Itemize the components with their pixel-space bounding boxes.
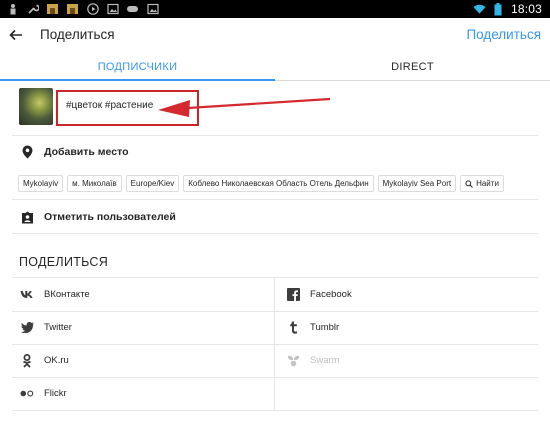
castle-icon <box>66 3 79 16</box>
share-ok-label: OK.ru <box>44 355 69 366</box>
status-bar: 18:03 <box>0 0 550 18</box>
location-pin-icon <box>20 145 34 159</box>
swarm-icon <box>286 354 300 368</box>
caption-highlight-box: #цветок #растение <box>56 90 199 126</box>
share-flickr-label: Flickr <box>44 388 67 399</box>
status-time: 18:03 <box>510 2 542 16</box>
battery-icon <box>492 2 505 16</box>
share-facebook[interactable]: Facebook <box>286 278 352 311</box>
tab-followers[interactable]: ПОДПИСЧИКИ <box>0 53 275 81</box>
image-icon <box>146 3 159 16</box>
location-chip[interactable]: Europe/Kiev <box>125 175 180 192</box>
divider <box>12 135 538 136</box>
odnoklassniki-icon <box>20 353 34 368</box>
share-action-button[interactable]: Поделиться <box>466 27 541 42</box>
gamepad-icon <box>126 3 139 16</box>
twitter-icon <box>20 321 34 335</box>
divider <box>12 410 538 411</box>
location-chip-label: Коблево Николаевская Область Отель Дельф… <box>188 179 369 188</box>
divider <box>12 344 538 345</box>
share-vk[interactable]: ВКонтакте <box>20 278 90 311</box>
castle-icon <box>46 3 59 16</box>
location-chip[interactable]: Mykolayiv Sea Port <box>377 175 457 192</box>
play-icon <box>86 3 99 16</box>
share-facebook-label: Facebook <box>310 289 352 300</box>
find-location-label: Найти <box>476 179 499 188</box>
facebook-icon <box>286 288 300 302</box>
share-ok[interactable]: OK.ru <box>20 344 69 377</box>
back-button[interactable] <box>0 18 32 51</box>
wifi-icon <box>473 3 486 16</box>
share-flickr[interactable]: Flickr <box>20 377 67 410</box>
caption-input[interactable]: #цветок #растение <box>66 100 153 111</box>
share-swarm[interactable]: Swarm <box>286 344 340 377</box>
divider <box>12 199 538 200</box>
wrench-icon <box>26 3 39 16</box>
share-twitter[interactable]: Twitter <box>20 311 72 344</box>
flickr-icon <box>20 387 34 401</box>
caption-row: #цветок #растение <box>0 82 550 134</box>
image-icon <box>106 3 119 16</box>
photo-thumbnail <box>19 88 53 125</box>
location-chip-label: Europe/Kiev <box>130 179 175 188</box>
location-chip-label: Mykolayiv <box>23 179 59 188</box>
audience-tabs: ПОДПИСЧИКИ DIRECT <box>0 53 550 81</box>
search-icon <box>465 179 473 188</box>
person-icon <box>6 3 19 16</box>
tab-direct[interactable]: DIRECT <box>275 53 550 80</box>
location-chip[interactable]: м. Миколаїв <box>67 175 122 192</box>
divider <box>12 233 538 234</box>
share-tumblr-label: Tumblr <box>310 322 340 333</box>
find-location-button[interactable]: Найти <box>460 175 504 192</box>
location-chip[interactable]: Коблево Николаевская Область Отель Дельф… <box>183 175 374 192</box>
arrow-left-icon <box>9 29 22 40</box>
tag-people-row[interactable]: Отметить пользователей <box>0 203 550 231</box>
location-chip-label: м. Миколаїв <box>72 179 117 188</box>
share-swarm-label: Swarm <box>310 355 340 366</box>
tag-people-label: Отметить пользователей <box>44 211 176 223</box>
share-tumblr[interactable]: Tumblr <box>286 311 339 344</box>
location-chip-label: Mykolayiv Sea Port <box>382 179 452 188</box>
share-vk-label: ВКонтакте <box>44 289 90 300</box>
divider <box>12 311 538 312</box>
vk-icon <box>20 288 34 302</box>
add-location-row[interactable]: Добавить место <box>0 137 550 167</box>
share-section-title: ПОДЕЛИТЬСЯ <box>19 255 109 269</box>
location-suggestions: Mykolayiv м. Миколаїв Europe/Kiev Коблев… <box>18 175 504 192</box>
location-chip[interactable]: Mykolayiv <box>18 175 64 192</box>
tag-user-icon <box>20 210 34 224</box>
page-title: Поделиться <box>40 27 115 42</box>
app-bar: Поделиться Поделиться <box>0 18 550 51</box>
share-twitter-label: Twitter <box>44 322 72 333</box>
divider <box>12 377 538 378</box>
add-location-label: Добавить место <box>44 146 129 158</box>
tumblr-icon <box>286 321 300 335</box>
